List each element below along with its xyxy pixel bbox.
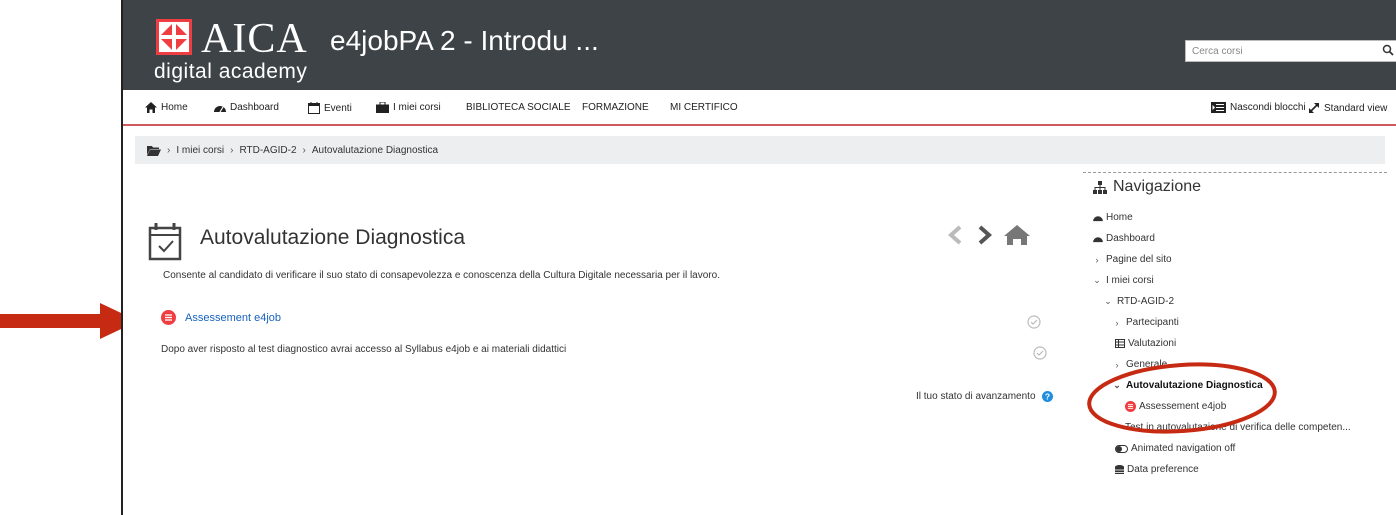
nav-tree-miei-corsi-label: I miei corsi — [1106, 275, 1154, 286]
activity-description: Consente al candidato di verificare il s… — [163, 270, 720, 281]
nav-tree-dashboard-label: Dashboard — [1106, 233, 1155, 244]
navigation-block: Navigazione Home Dashboard › Pagine del … — [1083, 172, 1387, 475]
breadcrumb-item-miei-corsi[interactable]: I miei corsi — [176, 145, 224, 156]
nav-home[interactable]: Home — [145, 102, 188, 113]
nav-tree-data-pref-label: Data preference — [1127, 464, 1199, 475]
logo-text[interactable]: AICA — [201, 18, 308, 60]
page: AICA digital academy e4jobPA 2 - Introdu… — [0, 0, 1396, 515]
calendar-icon — [308, 102, 320, 114]
nav-tree-home-label: Home — [1106, 212, 1133, 223]
nav-certifico[interactable]: MI CERTIFICO — [670, 102, 738, 113]
chevron-down-icon: ⌄ — [1104, 296, 1112, 306]
hide-blocks-label: Nascondi blocchi — [1230, 102, 1306, 113]
page-title: Autovalutazione Diagnostica — [200, 226, 466, 249]
nav-biblioteca-label: BIBLIOTECA SOCIALE — [466, 102, 571, 113]
nav-home-label: Home — [161, 102, 188, 113]
toggle-off-icon — [1115, 444, 1128, 453]
standard-view-label: Standard view — [1324, 102, 1388, 114]
expand-icon — [1309, 103, 1319, 113]
table-icon — [1115, 339, 1125, 348]
nav-tree-animated[interactable]: Animated navigation off — [1115, 443, 1235, 454]
home-icon — [145, 102, 157, 113]
dashboard-icon — [214, 106, 226, 113]
nav-tree-dashboard[interactable]: Dashboard — [1093, 233, 1155, 244]
nav-miei-corsi[interactable]: I miei corsi — [376, 102, 441, 113]
breadcrumb-separator: › — [230, 144, 234, 156]
progress-status: Il tuo stato di avanzamento ? — [916, 391, 1053, 402]
activity-navigation — [947, 225, 1030, 245]
assessment-link[interactable]: Assessement e4job — [161, 310, 281, 325]
chevron-right-icon: › — [1115, 317, 1119, 328]
site-header: AICA digital academy e4jobPA 2 - Introdu… — [123, 0, 1396, 90]
completion-check-icon[interactable] — [1033, 346, 1047, 360]
nav-eventi-label: Eventi — [324, 102, 352, 114]
navigation-block-heading: Navigazione — [1093, 178, 1201, 196]
breadcrumb-separator: › — [167, 144, 171, 156]
calendar-check-icon — [148, 223, 182, 261]
navigation-block-title: Navigazione — [1113, 178, 1202, 195]
annotation-arrow-icon — [0, 303, 138, 339]
browser-frame: AICA digital academy e4jobPA 2 - Introdu… — [121, 0, 1396, 515]
breadcrumb-separator: › — [302, 144, 306, 156]
sitemap-icon — [1093, 180, 1107, 194]
svg-text:?: ? — [1044, 392, 1049, 402]
nav-tree-valutazioni-label: Valutazioni — [1128, 338, 1177, 349]
hide-blocks-icon — [1211, 102, 1226, 113]
nav-formazione-label: FORMAZIONE — [582, 102, 649, 113]
help-icon[interactable]: ? — [1041, 391, 1053, 402]
nav-tree-pagine-label: Pagine del sito — [1106, 254, 1172, 265]
quiz-icon — [161, 310, 176, 325]
folder-open-icon[interactable] — [147, 145, 161, 156]
nav-biblioteca[interactable]: BIBLIOTECA SOCIALE — [466, 102, 570, 113]
nav-tree-valutazioni[interactable]: Valutazioni — [1115, 338, 1176, 349]
breadcrumb-item-current: Autovalutazione Diagnostica — [311, 144, 439, 156]
nav-tree-miei-corsi[interactable]: ⌄ I miei corsi — [1091, 275, 1154, 286]
search-input[interactable] — [1192, 42, 1372, 61]
nav-tree-pagine[interactable]: › Pagine del sito — [1091, 254, 1172, 265]
assessment-link-label[interactable]: Assessement e4job — [185, 312, 281, 324]
site-title: e4jobPA 2 - Introdu ... — [330, 25, 599, 56]
activity-note: Dopo aver risposto al test diagnostico a… — [161, 344, 567, 355]
completion-check-icon[interactable] — [1027, 315, 1041, 329]
nav-tree-partecipanti-label: Partecipanti — [1126, 317, 1179, 328]
nav-eventi[interactable]: Eventi — [308, 102, 352, 114]
course-home-icon[interactable] — [1004, 225, 1030, 245]
search-box — [1185, 40, 1396, 62]
database-icon — [1115, 464, 1124, 474]
nav-dashboard-label: Dashboard — [230, 102, 279, 113]
nav-dashboard[interactable]: Dashboard — [214, 102, 279, 113]
search-icon[interactable] — [1382, 44, 1394, 56]
progress-status-label: Il tuo stato di avanzamento — [916, 391, 1036, 402]
nav-tree-partecipanti[interactable]: › Partecipanti — [1111, 317, 1179, 328]
nav-formazione[interactable]: FORMAZIONE — [582, 102, 649, 113]
aica-logo-icon[interactable] — [156, 19, 192, 55]
nav-certifico-label: MI CERTIFICO — [670, 102, 738, 113]
nav-tree-course-label: RTD-AGID-2 — [1117, 296, 1175, 307]
briefcase-icon — [376, 102, 389, 113]
chevron-right-icon: › — [1095, 254, 1099, 265]
nav-miei-corsi-label: I miei corsi — [393, 102, 441, 113]
standard-view-button[interactable]: Standard view — [1308, 102, 1387, 114]
annotation-oval-icon — [1087, 362, 1277, 434]
nav-tree-animated-label: Animated navigation off — [1131, 443, 1236, 454]
block-divider — [1083, 172, 1387, 173]
hide-blocks-button[interactable]: Nascondi blocchi — [1211, 102, 1306, 113]
dashboard-icon — [1093, 237, 1103, 243]
nav-tree-home[interactable]: Home — [1093, 212, 1133, 223]
breadcrumb: › I miei corsi › RTD-AGID-2 › Autovaluta… — [135, 136, 1385, 164]
logo-subtext[interactable]: digital academy — [154, 60, 307, 84]
next-arrow-icon[interactable] — [978, 225, 993, 245]
chevron-down-icon: ⌄ — [1093, 275, 1101, 285]
dashboard-icon — [1093, 216, 1103, 222]
nav-tree-course[interactable]: ⌄ RTD-AGID-2 — [1102, 296, 1174, 307]
nav-tree-data-pref[interactable]: Data preference — [1115, 464, 1199, 475]
breadcrumb-item-course[interactable]: RTD-AGID-2 — [239, 145, 296, 156]
main-navbar: Home Dashboard Eventi I miei corsi BIBLI… — [123, 90, 1396, 126]
previous-arrow-icon[interactable] — [947, 225, 962, 245]
